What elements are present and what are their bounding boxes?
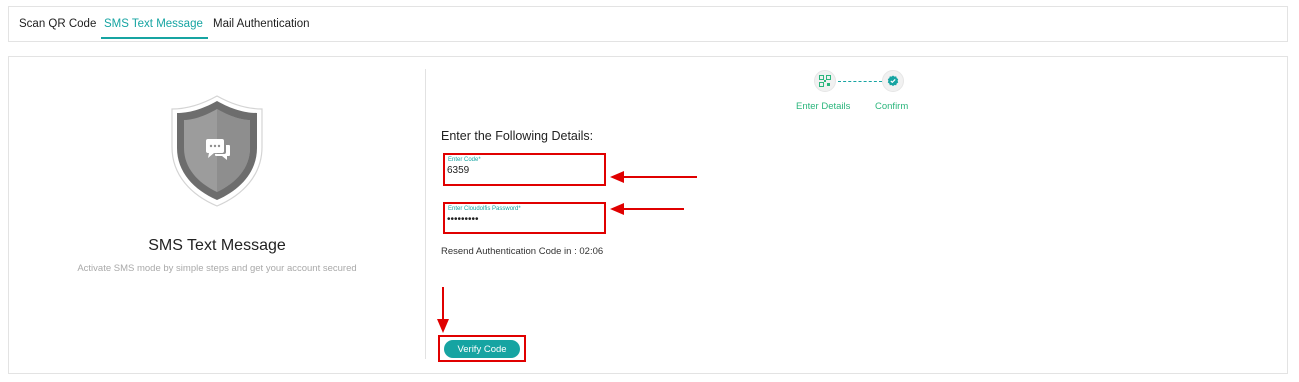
check-badge-icon [887,75,899,87]
main-card: SMS Text Message Activate SMS mode by si… [8,56,1288,374]
step-enter-details-label: Enter Details [796,101,851,112]
step-enter-details-icon [814,70,836,92]
enter-code-label: Enter Code* [448,157,481,163]
method-subtitle: Activate SMS mode by simple steps and ge… [77,263,357,274]
qr-code-icon [819,75,831,87]
panel-divider [425,69,426,359]
tab-bar: Scan QR Code SMS Text Message Mail Authe… [8,6,1288,42]
resend-countdown: Resend Authentication Code in : 02:06 [441,246,604,257]
tab-scan-qr-code[interactable]: Scan QR Code [19,18,96,30]
password-field[interactable]: Enter Cloudolfis Password* [443,202,606,234]
tab-sms-text-message[interactable]: SMS Text Message [104,18,203,30]
verify-code-button[interactable]: Verify Code [444,340,520,358]
enter-code-input[interactable] [447,165,597,176]
method-title: SMS Text Message [148,237,286,254]
step-confirm-label: Confirm [875,101,909,112]
password-label: Enter Cloudolfis Password* [448,206,521,212]
stepper-connector [838,81,882,82]
step-confirm-icon [882,70,904,92]
enter-code-field[interactable]: Enter Code* [443,153,606,186]
shield-chat-icon [171,95,263,207]
password-input[interactable] [447,214,597,225]
tab-mail-authentication[interactable]: Mail Authentication [213,18,310,30]
form-heading: Enter the Following Details: [441,129,594,143]
active-tab-indicator [101,37,208,39]
